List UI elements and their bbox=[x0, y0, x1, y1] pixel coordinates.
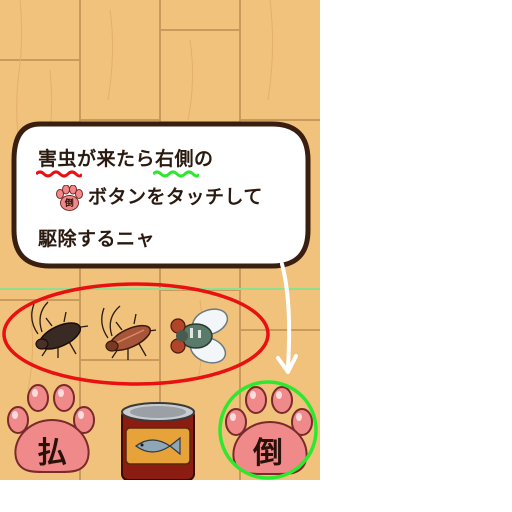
tutorial-speech-bubble: 害虫 が来たら右側の 倒 ボタンをタッチして 駆除するニャ bbox=[10, 120, 312, 270]
defeat-button-label: 倒 bbox=[253, 436, 283, 471]
text-right-side: 右側 bbox=[155, 148, 195, 170]
text-no: の bbox=[194, 148, 214, 170]
text-when-come: が来たら bbox=[77, 148, 156, 170]
game-area: 害虫 が来たら右側の 倒 ボタンをタッチして 駆除するニャ 払 倒 bbox=[0, 0, 320, 480]
arrow-down-icon bbox=[276, 262, 298, 374]
paw-icon-inline: 倒 bbox=[54, 184, 84, 211]
tutorial-line-2: 倒 ボタンをタッチして bbox=[54, 182, 263, 211]
cockroach-brown-icon bbox=[101, 305, 157, 360]
tutorial-line-1: 害虫 が来たら右側の bbox=[36, 144, 214, 178]
defeat-button[interactable]: 倒 bbox=[216, 376, 320, 480]
tutorial-line-3: 駆除するニャ bbox=[38, 224, 155, 251]
cockroach-dark-icon bbox=[31, 301, 89, 358]
text-exterminate: 駆除するニャ bbox=[38, 228, 156, 250]
text-touch-button: ボタンをタッチして bbox=[88, 186, 263, 208]
cat-food-can-icon[interactable] bbox=[118, 400, 198, 480]
red-underline bbox=[36, 170, 82, 178]
highlight-right-side: 右側 bbox=[153, 148, 200, 178]
swat-button-label: 払 bbox=[37, 436, 67, 471]
fly-icon bbox=[170, 308, 229, 364]
green-underline bbox=[153, 170, 200, 178]
paw-icon-inline-label: 倒 bbox=[64, 198, 75, 209]
text-pests: 害虫 bbox=[38, 148, 78, 170]
screen: 害虫 が来たら右側の 倒 ボタンをタッチして 駆除するニャ 払 倒 bbox=[0, 0, 512, 512]
swat-button[interactable]: 払 bbox=[2, 380, 102, 476]
highlight-pests: 害虫 bbox=[36, 148, 82, 178]
